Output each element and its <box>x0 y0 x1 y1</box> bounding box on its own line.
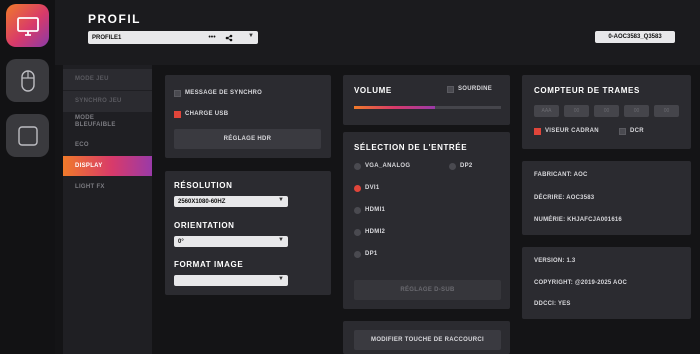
mute-label: SOURDINE <box>458 86 493 92</box>
sync-checkbox[interactable] <box>174 90 181 97</box>
profile-value: PROFILE1 <box>92 34 122 41</box>
mute-checkbox[interactable] <box>447 86 454 93</box>
viewer-checkbox[interactable] <box>534 128 541 135</box>
chevron-down-icon: ▼ <box>248 33 254 39</box>
format-dropdown[interactable]: ▼ <box>174 275 288 286</box>
more-button[interactable]: ••• <box>205 31 219 44</box>
volume-card <box>343 75 510 125</box>
volume-slider-fill <box>354 106 435 109</box>
input-radio-hdmi1[interactable] <box>354 207 361 214</box>
device-name-badge: 0-AOC3583_Q3583 <box>595 31 675 43</box>
frame-field-5[interactable]: 00 <box>654 105 679 117</box>
device-nav-button[interactable] <box>6 114 49 157</box>
manufacturer-text: FABRICANT: AOC <box>534 172 588 178</box>
frame-field-3[interactable]: 00 <box>594 105 619 117</box>
input-radio-dp1[interactable] <box>354 251 361 258</box>
display-nav-button[interactable] <box>6 4 49 47</box>
input-label-dp1: DP1 <box>365 251 378 257</box>
header: PROFIL PROFILE1 ▼ ••• 0-AOC3583_Q3583 <box>55 0 700 65</box>
orientation-dropdown[interactable]: 0° ▼ <box>174 236 288 247</box>
chevron-down-icon: ▼ <box>278 197 284 203</box>
hdr-settings-button[interactable]: RÉGLAGE HDR <box>174 129 321 149</box>
display-icon <box>16 16 39 36</box>
sub-navigation: MODE JEU SYNCHRO JEU MODE BLEUFAIBLE ECO… <box>63 65 152 354</box>
orientation-value: 0° <box>178 238 184 245</box>
chevron-down-icon: ▼ <box>278 276 284 282</box>
mouse-icon <box>20 69 35 92</box>
subnav-item-display[interactable]: DISPLAY <box>63 156 152 176</box>
ddcci-text: DDCCI: YES <box>534 301 571 307</box>
viewer-label: VISEUR CADRAN <box>545 128 599 134</box>
input-radio-dp2[interactable] <box>449 163 456 170</box>
input-radio-vga[interactable] <box>354 163 361 170</box>
resolution-value: 2560X1080-60HZ <box>178 198 226 205</box>
modify-shortcut-button[interactable]: MODIFIER TOUCHE DE RACCOURCI <box>354 330 501 350</box>
resolution-dropdown[interactable]: 2560X1080-60HZ ▼ <box>174 196 288 207</box>
subnav-item-mode-jeu[interactable]: MODE JEU <box>63 69 152 90</box>
input-label-dvi1: DVI1 <box>365 185 380 191</box>
subnav-item-synchro-jeu[interactable]: SYNCHRO JEU <box>63 91 152 112</box>
subnav-item-eco[interactable]: ECO <box>63 142 152 149</box>
dcr-checkbox[interactable] <box>619 128 626 135</box>
input-radio-dvi1[interactable] <box>354 185 361 192</box>
input-title: SÉLECTION DE L'ENTRÉE <box>354 143 468 152</box>
page-title: PROFIL <box>88 12 141 26</box>
subnav-item-light-fx[interactable]: LIGHT FX <box>63 184 152 191</box>
serial-number-text: NUMÉRIE: KHJAFCJA001616 <box>534 217 622 223</box>
mouse-nav-button[interactable] <box>6 59 49 102</box>
description-text: DÉCRIRE: AOC3583 <box>534 195 595 201</box>
chevron-down-icon: ▼ <box>278 237 284 243</box>
frame-field-2[interactable]: 00 <box>564 105 589 117</box>
format-title: FORMAT IMAGE <box>174 260 244 269</box>
input-label-hdmi2: HDMI2 <box>365 229 386 235</box>
subnav-item-mode-bleufaible[interactable]: MODE BLEUFAIBLE <box>63 115 123 129</box>
square-icon <box>17 125 38 146</box>
input-label-vga: VGA_ANALOG <box>365 163 411 169</box>
more-icon: ••• <box>208 34 216 41</box>
volume-slider[interactable] <box>354 106 501 109</box>
resolution-title: RÉSOLUTION <box>174 181 233 190</box>
usb-checkbox[interactable] <box>174 111 181 118</box>
sync-label: MESSAGE DE SYNCHRO <box>185 90 263 96</box>
orientation-title: ORIENTATION <box>174 221 235 230</box>
copyright-text: COPYRIGHT: @2019-2025 AOC <box>534 280 627 286</box>
frame-counter-title: COMPTEUR DE TRAMES <box>534 86 640 95</box>
share-button[interactable] <box>222 31 236 44</box>
app-rail <box>0 0 55 354</box>
frame-field-1[interactable]: AAA <box>534 105 559 117</box>
input-label-hdmi1: HDMI1 <box>365 207 386 213</box>
usb-label: CHARGE USB <box>185 111 229 117</box>
input-label-dp2: DP2 <box>460 163 473 169</box>
version-text: VERSION: 1.3 <box>534 258 576 264</box>
dcr-label: DCR <box>630 128 644 134</box>
share-icon <box>225 34 233 41</box>
frame-field-4[interactable]: 00 <box>624 105 649 117</box>
input-radio-hdmi2[interactable] <box>354 229 361 236</box>
dsub-settings-button[interactable]: RÉGLAGE D-SUB <box>354 280 501 300</box>
volume-title: VOLUME <box>354 86 392 95</box>
